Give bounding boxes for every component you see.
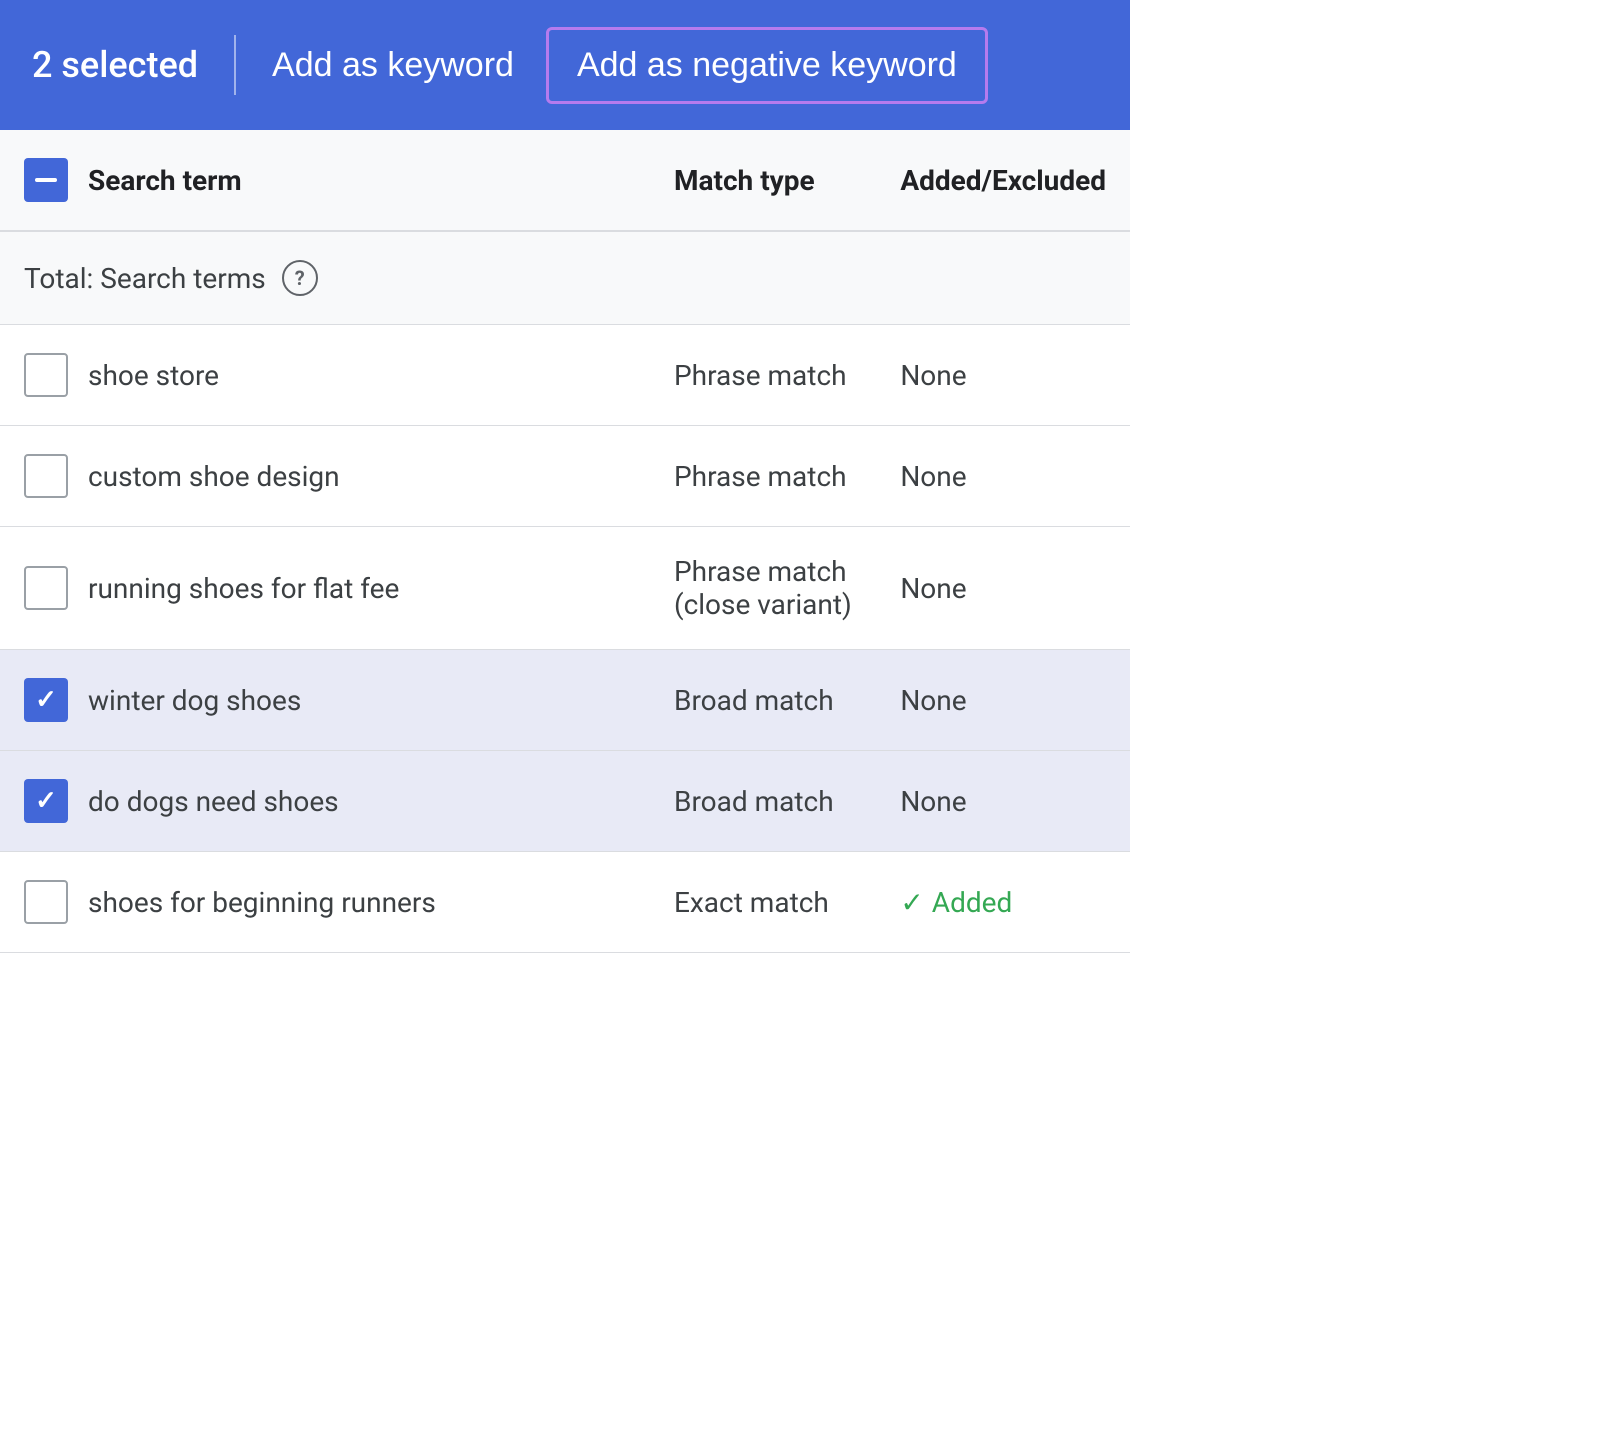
row-checkbox[interactable] bbox=[24, 454, 68, 498]
row-search-term-cell: do dogs need shoes bbox=[0, 751, 650, 852]
table-row: running shoes for flat fee Phrase match … bbox=[0, 527, 1130, 650]
add-negative-keyword-button[interactable]: Add as negative keyword bbox=[546, 27, 988, 104]
row-search-term-cell: winter dog shoes bbox=[0, 650, 650, 751]
search-terms-table: Search term Match type Added/Excluded To… bbox=[0, 130, 1130, 953]
row-added-excluded: None bbox=[876, 426, 1130, 527]
add-keyword-button[interactable]: Add as keyword bbox=[272, 34, 514, 97]
row-match-type: Broad match bbox=[650, 650, 876, 751]
table-row: do dogs need shoes Broad match None bbox=[0, 751, 1130, 852]
row-match-type: Broad match bbox=[650, 751, 876, 852]
row-search-term-cell: shoes for beginning runners bbox=[0, 852, 650, 953]
row-added-excluded: ✓ Added bbox=[876, 852, 1130, 953]
total-row: Total: Search terms ? bbox=[0, 231, 1130, 325]
row-added-excluded: None bbox=[876, 325, 1130, 426]
row-added-excluded: None bbox=[876, 650, 1130, 751]
row-checkbox[interactable] bbox=[24, 779, 68, 823]
row-match-type: Phrase match bbox=[650, 325, 876, 426]
added-label: Added bbox=[932, 886, 1013, 919]
table-row: custom shoe design Phrase match None bbox=[0, 426, 1130, 527]
header-divider bbox=[234, 35, 236, 95]
row-checkbox[interactable] bbox=[24, 566, 68, 610]
selected-count: 2 selected bbox=[32, 44, 198, 86]
total-row-label: Total: Search terms ? bbox=[0, 231, 650, 325]
added-checkmark-icon: ✓ bbox=[900, 886, 923, 919]
row-match-type: Phrase match (close variant) bbox=[650, 527, 876, 650]
select-all-checkbox[interactable] bbox=[24, 158, 68, 202]
row-checkbox[interactable] bbox=[24, 880, 68, 924]
total-row-added-excluded bbox=[876, 231, 1130, 325]
total-row-match-type bbox=[650, 231, 876, 325]
table-row: shoe store Phrase match None bbox=[0, 325, 1130, 426]
table-row: shoes for beginning runners Exact match … bbox=[0, 852, 1130, 953]
row-search-term-cell: custom shoe design bbox=[0, 426, 650, 527]
row-match-type: Exact match bbox=[650, 852, 876, 953]
help-icon[interactable]: ? bbox=[282, 260, 318, 296]
column-header-match-type: Match type bbox=[650, 130, 876, 231]
header-bar: 2 selected Add as keyword Add as negativ… bbox=[0, 0, 1130, 130]
row-search-term-cell: shoe store bbox=[0, 325, 650, 426]
row-added-excluded: None bbox=[876, 751, 1130, 852]
column-header-search-term: Search term bbox=[0, 130, 650, 230]
row-match-type: Phrase match bbox=[650, 426, 876, 527]
row-checkbox[interactable] bbox=[24, 678, 68, 722]
row-added-excluded: None bbox=[876, 527, 1130, 650]
column-header-added-excluded: Added/Excluded bbox=[876, 130, 1130, 231]
row-search-term-cell: running shoes for flat fee bbox=[0, 527, 650, 650]
row-checkbox[interactable] bbox=[24, 353, 68, 397]
table-row: winter dog shoes Broad match None bbox=[0, 650, 1130, 751]
